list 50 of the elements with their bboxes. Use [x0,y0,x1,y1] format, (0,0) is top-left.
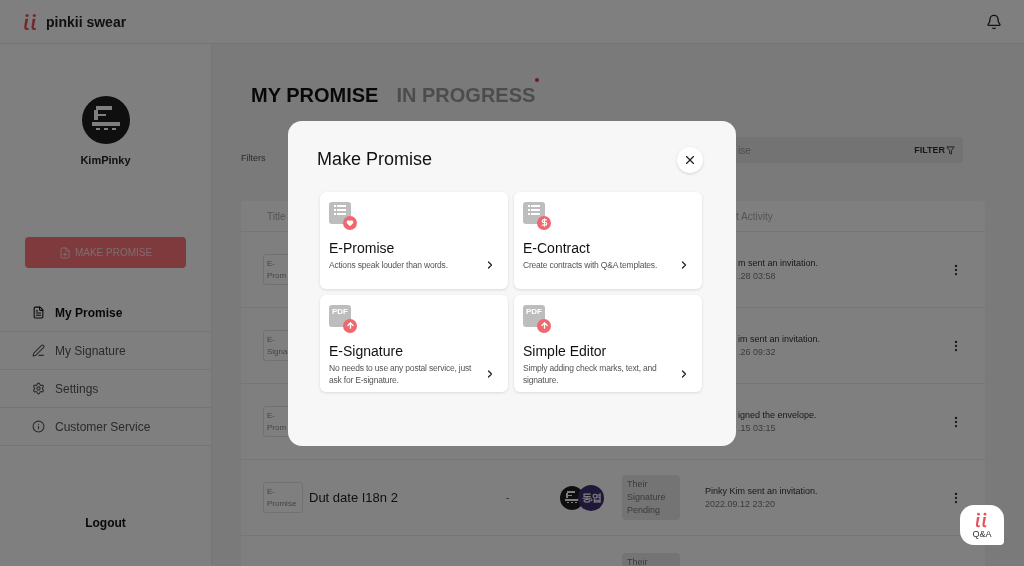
activity-text: m sent an invitation. [738,258,820,268]
document-icon [329,201,357,230]
card-title: E-Contract [523,239,591,256]
promise-title: Dut date I18n 2 [309,490,399,505]
close-button[interactable] [677,146,703,173]
card-title: E-Signature [329,342,404,359]
dialog-title: Make Promise [317,149,433,170]
filter-button[interactable]: FILTER [914,145,955,155]
settings-icon [32,382,45,395]
document-icon [523,201,551,230]
date-text: - [505,492,511,503]
sidebar-nav-item[interactable]: Settings [0,370,211,408]
activity-text: im sent an invitation. [738,334,822,344]
activity-text: igned the envelope. [738,410,818,420]
add-document-icon [58,246,71,259]
logout-link[interactable]: Logout [85,516,126,530]
user-name: KimPinky [80,154,131,166]
filter-icon [946,145,955,155]
user-avatar [81,96,130,144]
info-icon [32,420,45,433]
sidebar-nav-item[interactable]: My Signature [0,332,211,370]
activity-time: .15 03:15 [738,423,777,433]
sidebar-nav-item[interactable]: My Promise [0,294,211,332]
card-title: Simple Editor [523,342,608,359]
nav-label: My Signature [55,343,126,358]
nav-label: Customer Service [55,419,151,434]
pen-icon [32,344,45,357]
sidebar-nav-item[interactable]: Customer Service [0,408,211,446]
notification-bell-icon[interactable] [986,13,1002,30]
qa-chat-button[interactable]: Q&A [960,505,1004,545]
promise-type-card[interactable]: E-Contract Create contracts with Q&A templates. [514,191,702,289]
promise-type-card[interactable]: PDF Simple Editor Simply adding check marks, text, and signature. [514,294,702,392]
nav-label: Settings [55,381,99,396]
activity-text: Pinky Kim sent an invitation. [705,486,819,496]
card-description: No needs to use any postal service, just ask for E-signature. [329,361,473,387]
activity-time: .26 09:32 [738,347,777,357]
activity-time: .28 03:58 [738,271,777,281]
tab[interactable]: MY PROMISE [251,84,379,107]
filters-label: Filters [241,153,266,163]
promise-type-card[interactable]: PDF E-Signature No needs to use any postal service, just ask for E-signature. [320,294,508,392]
card-description: Create contracts with Q&A templates. [523,258,658,271]
activity-time: 2022.09.12 23:20 [705,499,777,509]
document-icon [32,306,45,319]
participant-avatar: 동.엽 [578,484,604,511]
nav-label: My Promise [55,305,123,320]
card-description: Actions speak louder than words. [329,258,448,271]
promise-type-card[interactable]: E-Promise Actions speak louder than words. [320,191,508,289]
brand-name: pinkii swear [46,13,127,30]
card-title: E-Promise [329,239,396,256]
card-description: Simply adding check marks, text, and signature. [523,361,658,387]
